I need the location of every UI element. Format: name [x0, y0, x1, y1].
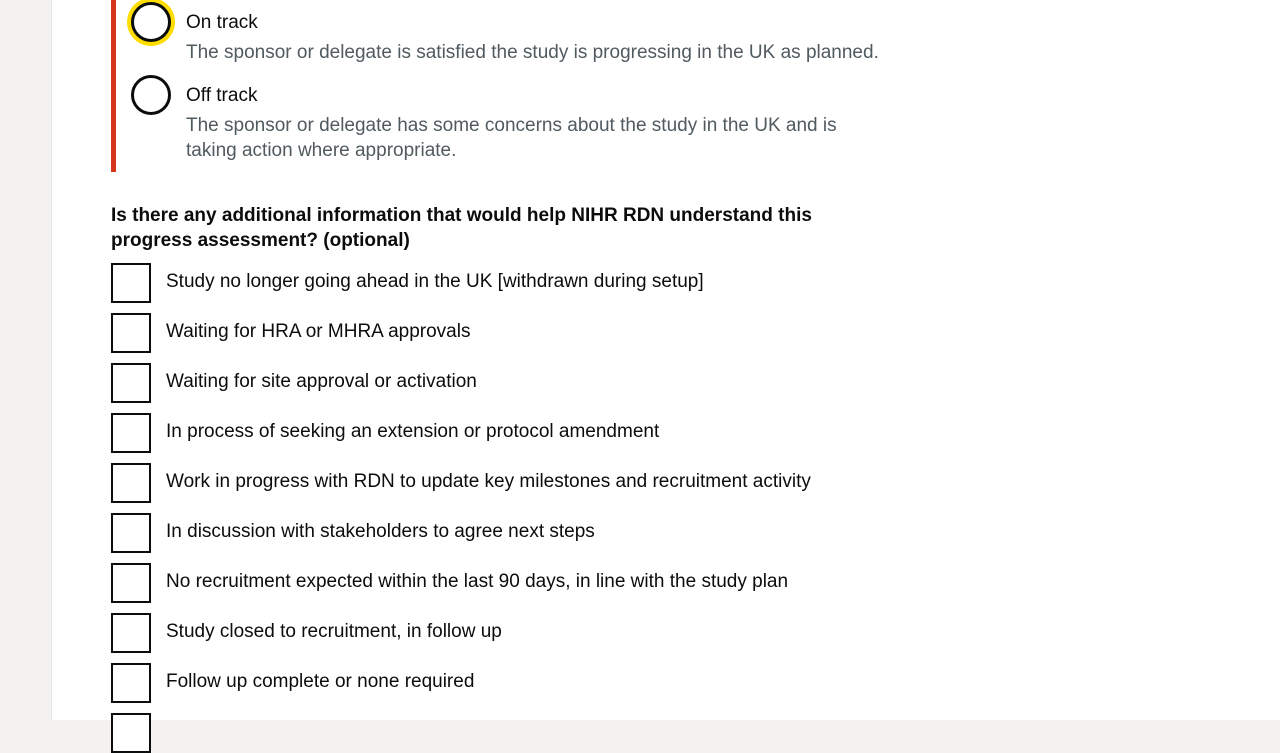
radio-on-track-label[interactable]: On track — [186, 12, 258, 35]
checkbox-waiting-approvals[interactable]: Waiting for HRA or MHRA approvals — [111, 313, 911, 353]
checkbox-withdrawn-label[interactable]: Study no longer going ahead in the UK [w… — [166, 271, 704, 293]
checkbox-follow-up-complete-input[interactable] — [111, 663, 151, 703]
radio-off-track-label[interactable]: Off track — [186, 85, 257, 108]
checkbox-follow-up-input[interactable] — [111, 613, 151, 653]
checkbox-next-partial[interactable] — [111, 713, 911, 753]
checkbox-no-recruitment[interactable]: No recruitment expected within the last … — [111, 563, 911, 603]
checkbox-waiting-approvals-input[interactable] — [111, 313, 151, 353]
main-page: On track The sponsor or delegate is sati… — [51, 0, 1280, 753]
checkbox-rdn-milestones-label[interactable]: Work in progress with RDN to update key … — [166, 471, 811, 493]
checkbox-follow-up-complete-label[interactable]: Follow up complete or none required — [166, 671, 474, 693]
checkbox-site-approval-input[interactable] — [111, 363, 151, 403]
checkbox-site-approval[interactable]: Waiting for site approval or activation — [111, 363, 911, 403]
checkbox-waiting-approvals-label[interactable]: Waiting for HRA or MHRA approvals — [166, 321, 470, 343]
checkbox-withdrawn[interactable]: Study no longer going ahead in the UK [w… — [111, 263, 911, 303]
checkbox-stakeholders-input[interactable] — [111, 513, 151, 553]
radio-off-track-input[interactable] — [131, 75, 171, 115]
checkbox-no-recruitment-input[interactable] — [111, 563, 151, 603]
checkbox-stakeholders-label[interactable]: In discussion with stakeholders to agree… — [166, 521, 595, 543]
checkbox-stakeholders[interactable]: In discussion with stakeholders to agree… — [111, 513, 911, 553]
checkbox-rdn-milestones-input[interactable] — [111, 463, 151, 503]
radio-on-track-input[interactable] — [131, 2, 171, 42]
checkbox-follow-up[interactable]: Study closed to recruitment, in follow u… — [111, 613, 911, 653]
checkbox-follow-up-label[interactable]: Study closed to recruitment, in follow u… — [166, 621, 502, 643]
checkbox-follow-up-complete[interactable]: Follow up complete or none required — [111, 663, 911, 703]
radio-off-track-hint: The sponsor or delegate has some concern… — [186, 115, 837, 161]
checkbox-next-partial-input[interactable] — [111, 713, 151, 753]
checkbox-rdn-milestones[interactable]: Work in progress with RDN to update key … — [111, 463, 911, 503]
checkbox-extension-label[interactable]: In process of seeking an extension or pr… — [166, 421, 659, 443]
checkbox-no-recruitment-label[interactable]: No recruitment expected within the last … — [166, 571, 788, 593]
checkbox-site-approval-label[interactable]: Waiting for site approval or activation — [166, 371, 477, 393]
radio-on-track-hint: The sponsor or delegate is satisfied the… — [186, 42, 879, 63]
checkbox-extension[interactable]: In process of seeking an extension or pr… — [111, 413, 911, 453]
additional-info-question: Is there any additional information that… — [111, 205, 812, 251]
checkbox-withdrawn-input[interactable] — [111, 263, 151, 303]
progress-status-radio-group: On track The sponsor or delegate is sati… — [111, 0, 916, 172]
checkbox-extension-input[interactable] — [111, 413, 151, 453]
